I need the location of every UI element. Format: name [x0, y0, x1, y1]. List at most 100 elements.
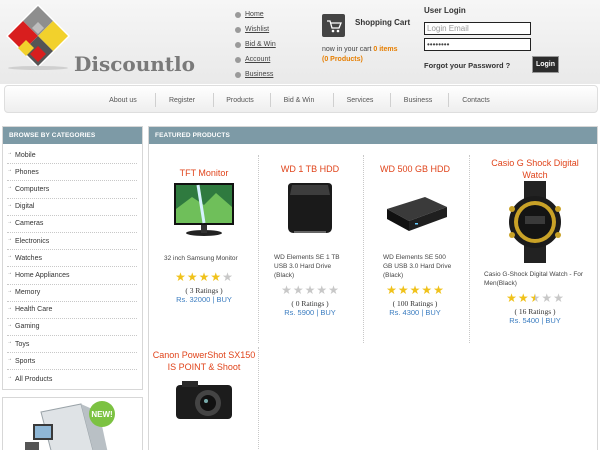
- nav-about-us[interactable]: About us: [98, 86, 148, 114]
- top-links: Home Wishlist Bid & Win Account Business: [235, 7, 276, 82]
- category-item[interactable]: → Health Care: [7, 302, 137, 319]
- category-label: All Products: [15, 375, 53, 383]
- buy-link[interactable]: BUY: [320, 308, 335, 317]
- category-label: Home Appliances: [15, 271, 70, 279]
- cart-icon[interactable]: [322, 14, 345, 37]
- star-icon[interactable]: ★: [210, 271, 221, 283]
- star-icon[interactable]: ★: [316, 284, 327, 296]
- login-button[interactable]: Login: [532, 56, 559, 73]
- monitor-image[interactable]: [152, 179, 256, 249]
- cart-item-count: 0 items: [373, 46, 398, 53]
- star-icon[interactable]: ★: [553, 292, 564, 304]
- category-item[interactable]: → Home Appliances: [7, 267, 137, 285]
- promo-image: NEW!: [3, 398, 142, 450]
- product-description: WD Elements SE 1 TB USB 3.0 Hard Drive (…: [274, 254, 340, 279]
- star-icon[interactable]: ★: [518, 292, 529, 304]
- nav-contacts[interactable]: Contacts: [452, 86, 500, 114]
- forgot-password-link[interactable]: Forgot your Password ?: [424, 61, 510, 70]
- product-title[interactable]: Canon PowerShot SX150 IS POINT & Shoot: [152, 349, 256, 373]
- category-label: Health Care: [15, 306, 53, 314]
- star-icon[interactable]: ★: [410, 284, 421, 296]
- star-icon[interactable]: ★: [305, 284, 316, 296]
- rating-count: ( 16 Ratings ): [514, 307, 556, 316]
- product-title[interactable]: Casio G Shock Digital Watch: [482, 157, 588, 181]
- arrow-icon: →: [7, 184, 12, 191]
- price-row: Rs. 5400 | BUY: [509, 316, 561, 325]
- top-link-wishlist[interactable]: Wishlist: [235, 22, 276, 37]
- star-icon[interactable]: ★: [187, 271, 198, 283]
- watch-image[interactable]: [482, 181, 588, 263]
- cart-title: Shopping Cart: [355, 18, 411, 27]
- category-item[interactable]: → Watches: [7, 250, 137, 268]
- product-title[interactable]: WD 1 TB HDD: [258, 163, 362, 175]
- star-icon[interactable]: ★: [398, 284, 409, 296]
- product-card[interactable]: WD 1 TB HDD WD Elements SE 1 TB USB 3.0 …: [258, 163, 362, 317]
- bullet-icon: [235, 56, 241, 63]
- category-item[interactable]: → Toys: [7, 336, 137, 354]
- promo-banner[interactable]: NEW!: [2, 397, 143, 450]
- category-item[interactable]: → Sports: [7, 353, 137, 371]
- star-icon[interactable]: ★: [175, 271, 186, 283]
- product-card[interactable]: Canon PowerShot SX150 IS POINT & Shoot: [152, 349, 256, 434]
- star-icon[interactable]: ★: [541, 292, 552, 304]
- category-item[interactable]: → Electronics: [7, 233, 137, 251]
- star-icon[interactable]: ★: [530, 292, 541, 304]
- category-item[interactable]: → Memory: [7, 285, 137, 302]
- product-card[interactable]: TFT Monitor 32 inch Samsung Monitor ★ ★ ★ ★…: [152, 167, 256, 304]
- nav-services[interactable]: Services: [337, 86, 383, 114]
- star-icon[interactable]: ★: [433, 284, 444, 296]
- category-item[interactable]: → Mobile: [7, 147, 137, 165]
- star-icon[interactable]: ★: [222, 271, 233, 283]
- top-link-bid-win[interactable]: Bid & Win: [235, 37, 276, 52]
- nav-register[interactable]: Register: [158, 86, 206, 114]
- nav-divider: [448, 93, 449, 107]
- category-item[interactable]: → Phones: [7, 164, 137, 182]
- buy-link[interactable]: BUY: [425, 308, 440, 317]
- rating-count: ( 100 Ratings ): [392, 299, 438, 308]
- divider: [258, 347, 259, 450]
- buy-link[interactable]: BUY: [545, 316, 560, 325]
- rating-count: ( 0 Ratings ): [291, 299, 329, 308]
- star-icon[interactable]: ★: [386, 284, 397, 296]
- rating-stars: ★ ★ ★ ★ ★: [482, 292, 588, 304]
- product-card[interactable]: WD 500 GB HDD WD Elements SE 500 GB USB …: [363, 163, 467, 317]
- nav-business[interactable]: Business: [394, 86, 442, 114]
- category-item[interactable]: → Digital: [7, 199, 137, 216]
- login-email-field[interactable]: [424, 22, 531, 35]
- arrow-icon: →: [7, 356, 12, 363]
- product-title[interactable]: WD 500 GB HDD: [363, 163, 467, 175]
- nav-bid-win[interactable]: Bid & Win: [274, 86, 324, 114]
- arrow-icon: →: [7, 287, 12, 294]
- top-link-home[interactable]: Home: [235, 7, 276, 22]
- logo-icon[interactable]: [4, 2, 72, 70]
- hdd-image[interactable]: [363, 175, 467, 245]
- star-icon[interactable]: ★: [199, 271, 210, 283]
- product-price: Rs. 4300: [389, 308, 420, 317]
- category-item[interactable]: → Gaming: [7, 319, 137, 337]
- buy-link[interactable]: BUY: [216, 295, 231, 304]
- top-link-account[interactable]: Account: [235, 52, 276, 67]
- nav-products[interactable]: Products: [216, 86, 264, 114]
- rating-stars: ★ ★ ★ ★ ★: [152, 271, 256, 283]
- category-label: Cameras: [15, 220, 44, 228]
- product-card[interactable]: Casio G Shock Digital Watch Casio G-Shoc…: [482, 157, 588, 325]
- product-description: WD Elements SE 500 GB USB 3.0 Hard Drive…: [383, 254, 452, 279]
- category-label: Mobile: [15, 151, 36, 159]
- star-icon[interactable]: ★: [281, 284, 292, 296]
- camera-image[interactable]: [152, 373, 256, 429]
- site-name[interactable]: Discountlo: [74, 52, 195, 76]
- category-item[interactable]: → All Products: [7, 370, 137, 387]
- category-item[interactable]: → Cameras: [7, 216, 137, 233]
- hdd-image[interactable]: [258, 175, 362, 245]
- password-field[interactable]: [424, 38, 531, 51]
- nav-divider: [270, 93, 271, 107]
- star-icon[interactable]: ★: [328, 284, 339, 296]
- product-title[interactable]: TFT Monitor: [152, 167, 256, 179]
- star-icon[interactable]: ★: [293, 284, 304, 296]
- category-item[interactable]: → Computers: [7, 181, 137, 199]
- rating-stars: ★ ★ ★ ★ ★: [258, 284, 362, 296]
- star-icon[interactable]: ★: [506, 292, 517, 304]
- category-label: Gaming: [15, 323, 40, 331]
- star-icon[interactable]: ★: [421, 284, 432, 296]
- top-link-business[interactable]: Business: [235, 67, 276, 82]
